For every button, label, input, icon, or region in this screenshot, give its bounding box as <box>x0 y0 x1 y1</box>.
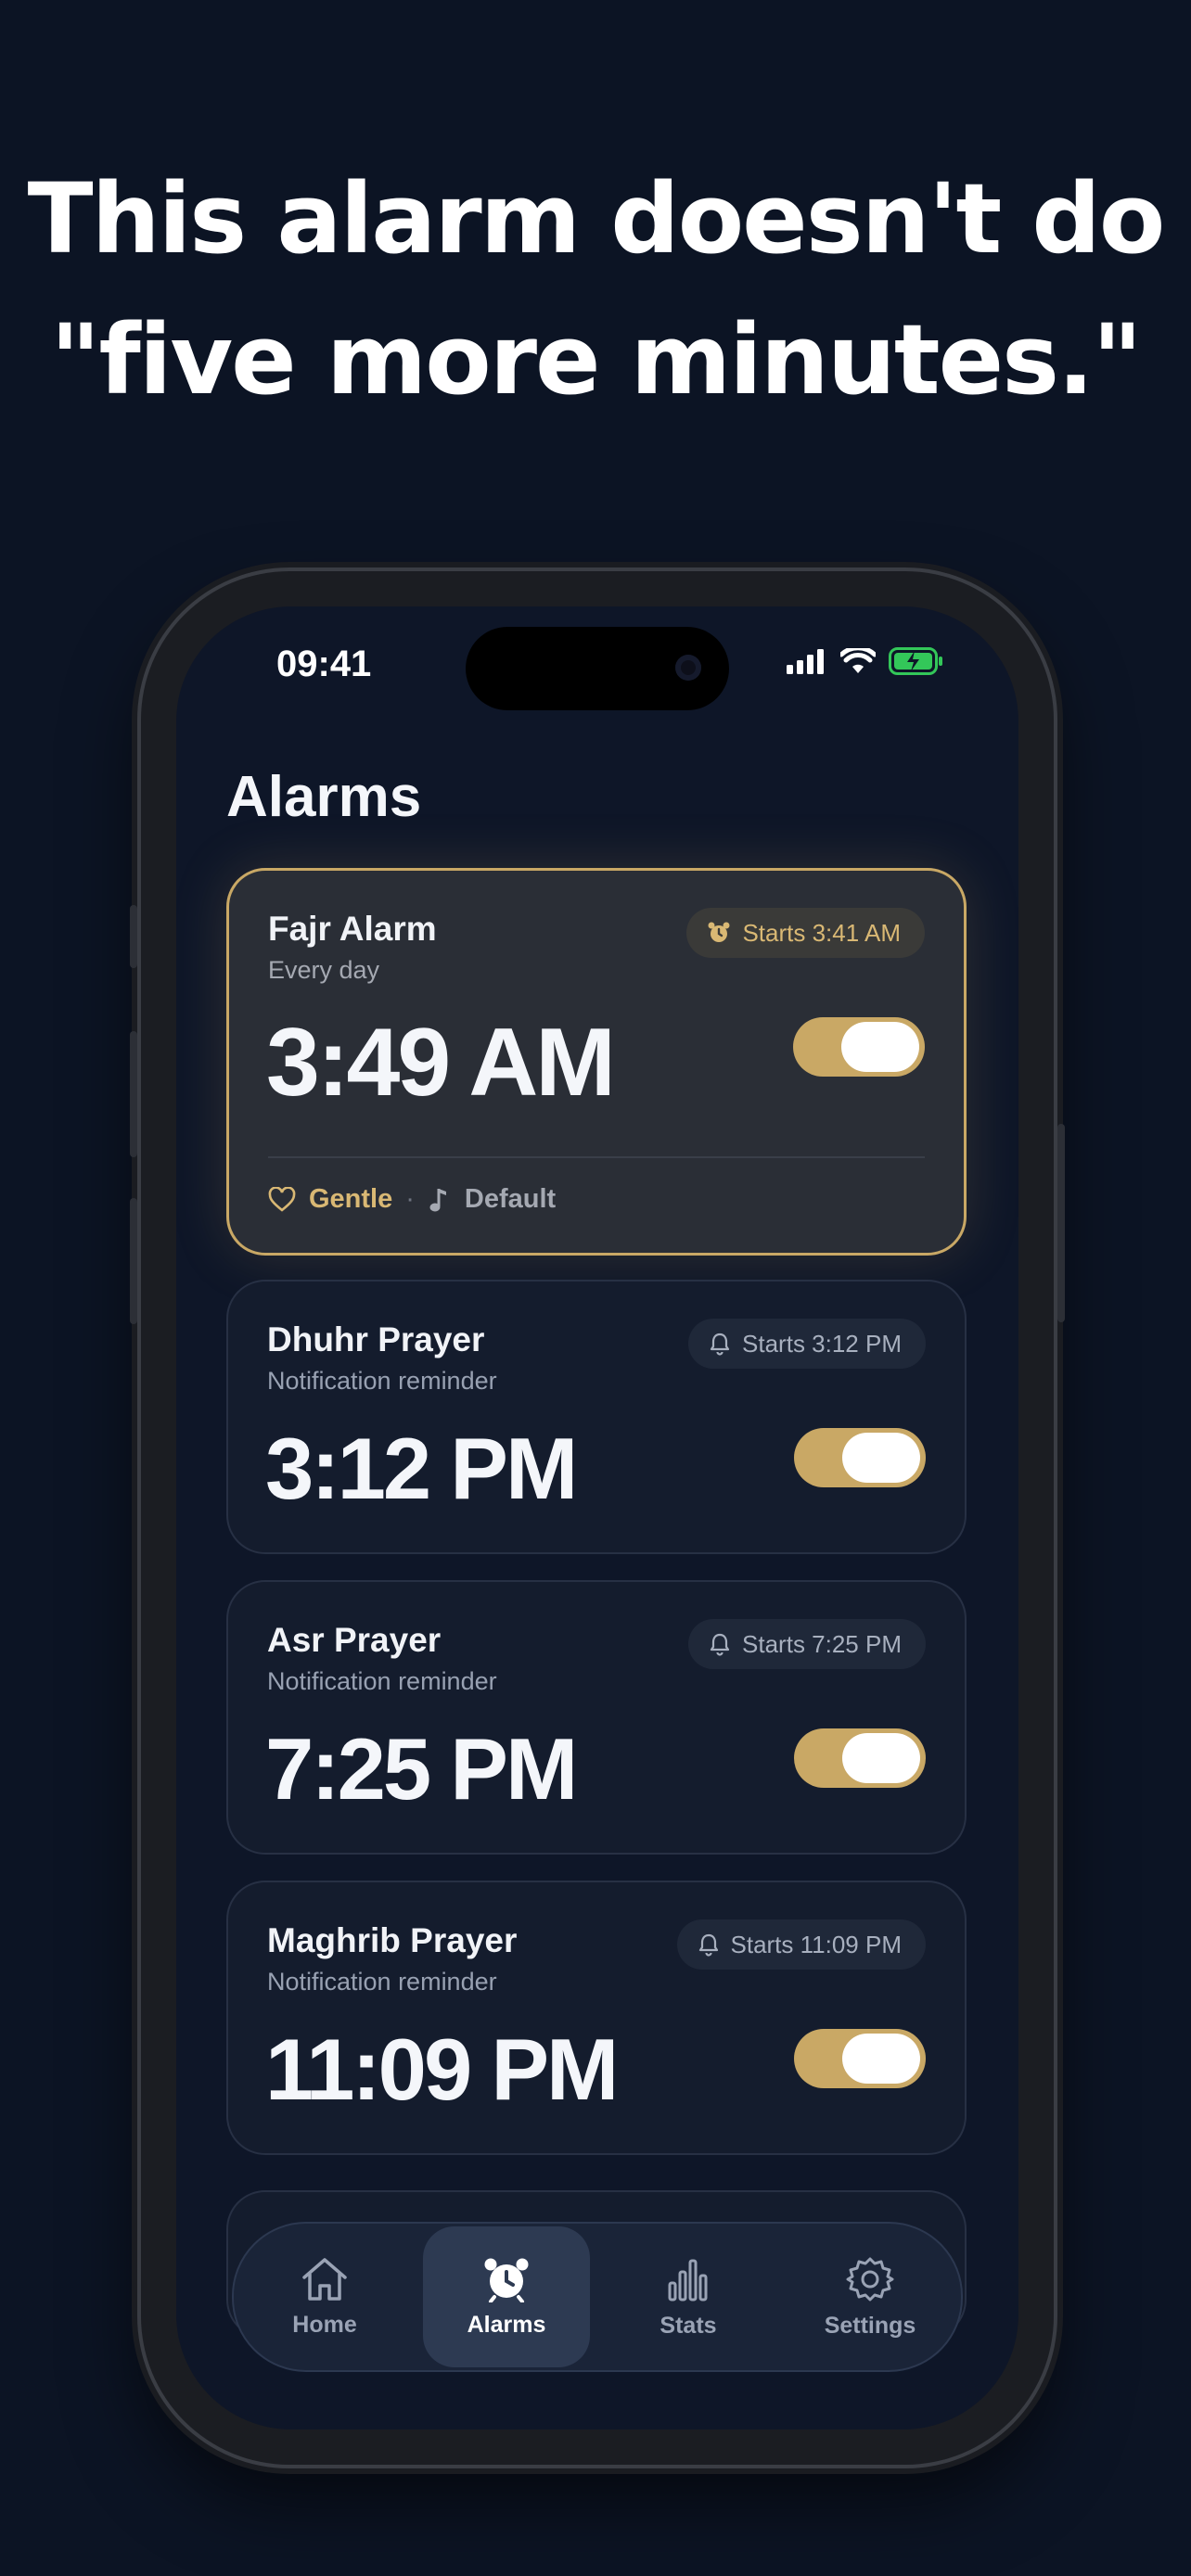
alarm-toggle[interactable] <box>794 1428 926 1487</box>
starts-text: Starts 3:12 PM <box>742 1329 902 1358</box>
card-divider <box>268 1156 925 1158</box>
tab-bar: Home Alarms Stats Settings <box>232 2222 963 2372</box>
bar-chart-icon <box>668 2259 708 2301</box>
volume-down-button <box>130 1198 137 1324</box>
alarm-toggle[interactable] <box>794 1728 926 1788</box>
alarm-card-maghrib[interactable]: Maghrib Prayer Notification reminder Sta… <box>226 1881 967 2155</box>
phone-screen: 09:41 Alarms Fajr Alarm Every day Starts… <box>176 606 1018 2429</box>
tab-settings[interactable]: Settings <box>787 2226 954 2367</box>
marketing-headline: This alarm doesn't do "five more minutes… <box>0 148 1191 430</box>
alarm-card-asr[interactable]: Asr Prayer Notification reminder Starts … <box>226 1580 967 1855</box>
status-time: 09:41 <box>276 644 372 684</box>
starts-badge: Starts 3:41 AM <box>686 908 925 958</box>
page-title: Alarms <box>226 765 422 829</box>
status-icons <box>787 647 944 675</box>
power-button <box>1057 1124 1065 1322</box>
alarm-card-fajr[interactable]: Fajr Alarm Every day Starts 3:41 AM 3:49… <box>226 868 967 1256</box>
toggle-knob <box>841 1022 919 1072</box>
toggle-knob <box>842 1733 920 1783</box>
cellular-icon <box>787 649 824 674</box>
starts-text: Starts 7:25 PM <box>742 1629 902 1658</box>
bell-icon <box>710 1333 730 1356</box>
alarm-toggle[interactable] <box>794 2029 926 2088</box>
starts-badge: Starts 3:12 PM <box>688 1319 926 1369</box>
starts-text: Starts 3:41 AM <box>742 918 901 947</box>
alarm-time: 11:09 PM <box>265 2021 619 2118</box>
alarm-clock-icon <box>708 922 730 942</box>
mute-switch <box>130 905 137 968</box>
battery-charging-icon <box>889 647 942 675</box>
alarm-subtitle: Notification reminder <box>267 1667 497 1695</box>
gear-icon <box>846 2257 894 2301</box>
headline-line-2: "five more minutes." <box>50 303 1142 416</box>
bell-icon <box>698 1933 718 1957</box>
starts-badge: Starts 11:09 PM <box>676 1919 926 1970</box>
tab-stats[interactable]: Stats <box>605 2226 772 2367</box>
volume-up-button <box>130 1031 137 1157</box>
wifi-icon <box>840 648 876 673</box>
toggle-knob <box>842 2034 920 2084</box>
alarm-meta-row: Gentle · Default <box>268 1184 556 1215</box>
alarm-time: 3:12 PM <box>265 1420 578 1517</box>
tab-home[interactable]: Home <box>241 2226 408 2367</box>
toggle-knob <box>842 1433 920 1483</box>
alarm-name: Dhuhr Prayer <box>267 1320 485 1358</box>
music-note-icon <box>429 1188 446 1211</box>
alarm-name: Fajr Alarm <box>268 910 437 948</box>
headline-line-1: This alarm doesn't do <box>27 162 1166 275</box>
sound-label: Default <box>464 1184 557 1214</box>
alarm-clock-icon <box>484 2258 529 2302</box>
tab-label: Stats <box>660 2312 717 2339</box>
meta-separator: · <box>405 1184 415 1214</box>
alarm-time: 3:49 AM <box>266 1009 616 1116</box>
alarm-subtitle: Notification reminder <box>267 1968 497 1996</box>
alarm-card-dhuhr[interactable]: Dhuhr Prayer Notification reminder Start… <box>226 1280 967 1554</box>
wake-mode-label: Gentle <box>309 1184 393 1214</box>
tab-label: Home <box>292 2311 357 2338</box>
alarm-name: Maghrib Prayer <box>267 1921 518 1959</box>
phone-frame: 09:41 Alarms Fajr Alarm Every day Starts… <box>130 571 1065 2465</box>
heart-icon <box>268 1186 296 1212</box>
camera-icon <box>675 655 701 681</box>
tab-label: Alarms <box>467 2311 546 2338</box>
alarm-toggle[interactable] <box>793 1017 925 1077</box>
starts-badge: Starts 7:25 PM <box>688 1619 926 1669</box>
alarm-name: Asr Prayer <box>267 1621 442 1659</box>
tab-alarms[interactable]: Alarms <box>423 2226 590 2367</box>
starts-text: Starts 11:09 PM <box>730 1930 903 1958</box>
alarm-subtitle: Every day <box>268 956 380 984</box>
alarm-subtitle: Notification reminder <box>267 1367 497 1395</box>
bell-icon <box>710 1633 730 1656</box>
tab-label: Settings <box>824 2312 916 2339</box>
alarm-time: 7:25 PM <box>265 1720 578 1817</box>
dynamic-island <box>466 627 729 710</box>
home-icon <box>302 2257 347 2301</box>
